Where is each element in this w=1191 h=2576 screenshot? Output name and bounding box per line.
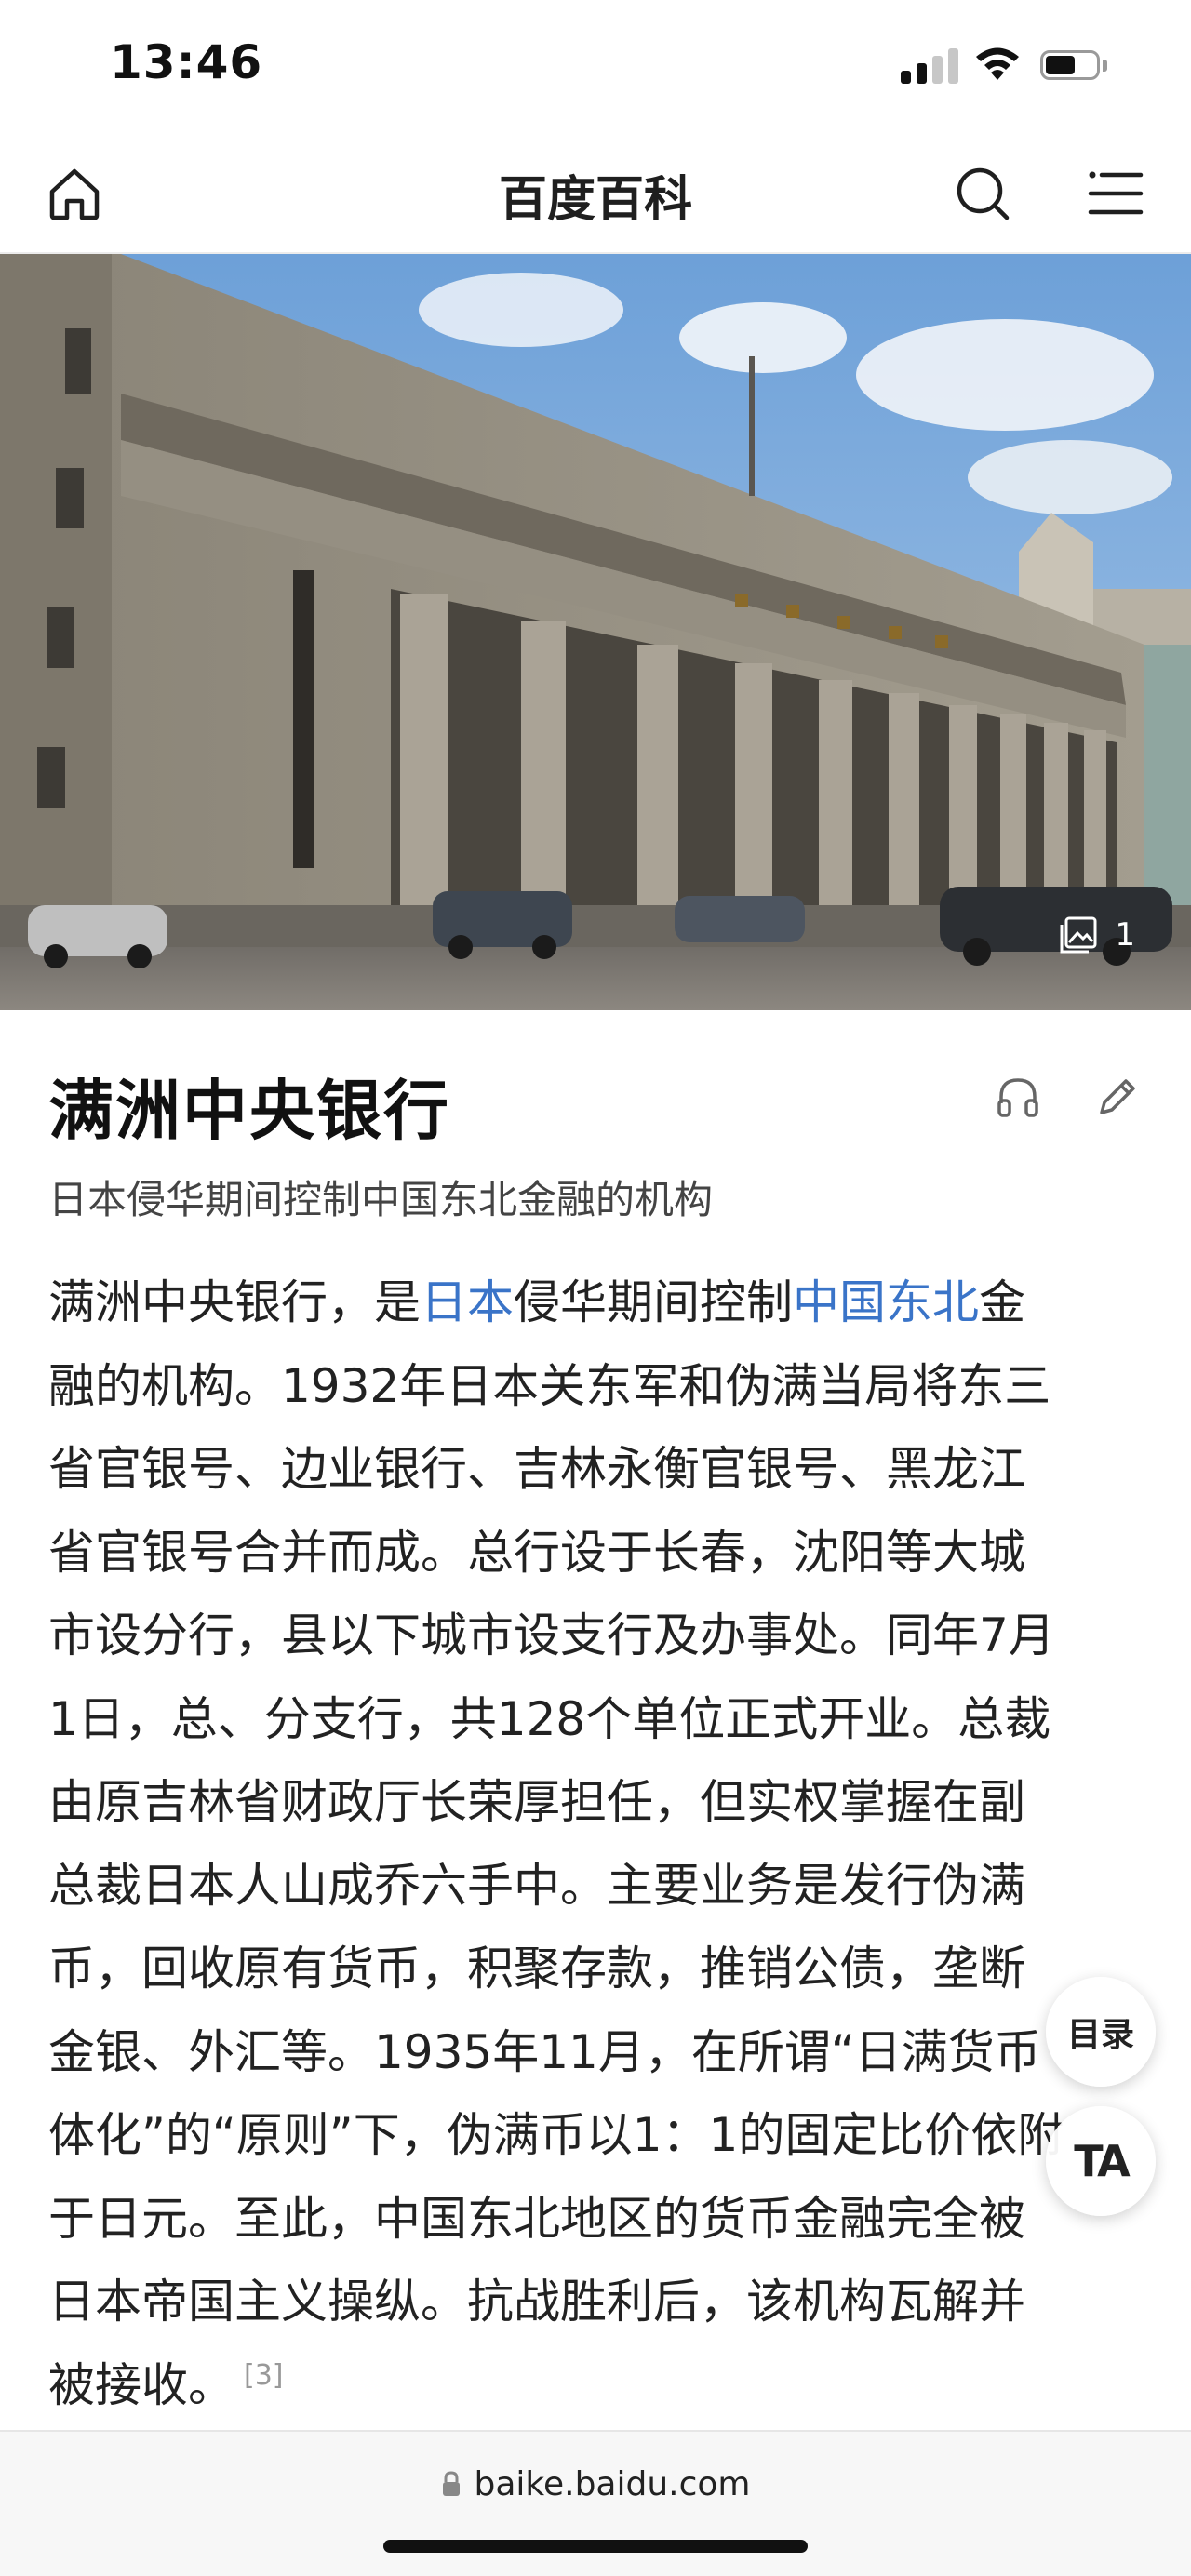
lock-icon bbox=[442, 2471, 460, 2496]
body-line: 市设分行，县以下城市设支行及办事处。同年7月 bbox=[48, 1608, 1055, 1662]
body-line: 省官银号合并而成。总行设于长春，沈阳等大城 bbox=[48, 1525, 1025, 1580]
status-time: 13:46 bbox=[110, 35, 263, 89]
link-japan[interactable]: 日本 bbox=[421, 1275, 514, 1329]
page-subtitle: 日本侵华期间控制中国东北金融的机构 bbox=[48, 1177, 714, 1222]
browser-url-bar[interactable]: baike.baidu.com bbox=[0, 2430, 1191, 2576]
article-body: 满洲中央银行，是日本侵华期间控制中国东北金 融的机构。1932年日本关东军和伪满… bbox=[48, 1261, 1143, 2427]
wifi-icon bbox=[976, 47, 1019, 80]
body-line: 体化”的“原则”下，伪满币以1：1的固定比价依附 bbox=[48, 2108, 1064, 2162]
body-text-segment: 侵华期间控制 bbox=[514, 1275, 793, 1329]
status-bar: 13:46 bbox=[0, 0, 1191, 130]
body-line: 省官银号、边业银行、吉林永衡官银号、黑龙江 bbox=[48, 1442, 1025, 1496]
pencil-edit-icon[interactable] bbox=[1092, 1072, 1143, 1122]
gallery-badge[interactable]: 1 bbox=[1059, 915, 1135, 954]
page-title: 满洲中央银行 bbox=[48, 1073, 450, 1149]
body-line: 融的机构。1932年日本关东军和伪满当局将东三 bbox=[48, 1358, 1051, 1413]
search-icon[interactable] bbox=[953, 164, 1012, 223]
body-line: 1日，总、分支行，共128个单位正式开业。总裁 bbox=[48, 1691, 1051, 1746]
link-northeast-china[interactable]: 中国东北 bbox=[793, 1275, 979, 1329]
body-line: 由原吉林省财政厅长荣厚担任，但实权掌握在副 bbox=[48, 1775, 1025, 1829]
battery-icon bbox=[1040, 50, 1109, 84]
building-photo bbox=[0, 254, 1191, 1010]
top-nav-bar: 百度百科 bbox=[0, 130, 1191, 254]
image-gallery-icon bbox=[1060, 916, 1097, 954]
home-indicator[interactable] bbox=[383, 2540, 808, 2553]
table-of-contents-button[interactable]: 目录 bbox=[1046, 1977, 1156, 2087]
body-line: 日本帝国主义操纵。抗战胜利后，该机构瓦解并 bbox=[48, 2275, 1025, 2329]
headphones-icon[interactable] bbox=[993, 1072, 1043, 1122]
title-row: 满洲中央银行 bbox=[48, 1059, 1143, 1149]
hero-image[interactable]: 1 bbox=[0, 254, 1191, 1010]
body-line: 总裁日本人山成乔六手中。主要业务是发行伪满 bbox=[48, 1858, 1025, 1913]
gallery-count: 1 bbox=[1115, 916, 1135, 954]
cellular-signal-icon bbox=[901, 47, 958, 84]
body-line: 金银、外汇等。1935年11月，在所谓“日满货币 bbox=[48, 2024, 1041, 2079]
menu-list-icon[interactable] bbox=[1087, 164, 1146, 223]
body-line: 被接收。 [3] bbox=[48, 2344, 1143, 2428]
url-content: baike.baidu.com bbox=[0, 2465, 1191, 2503]
site-title: 百度百科 bbox=[498, 172, 692, 228]
body-line: 于日元。至此，中国东北地区的货币金融完全被 bbox=[48, 2191, 1025, 2246]
body-text-segment: 满洲中央银行，是 bbox=[48, 1275, 421, 1329]
body-line: 币，回收原有货币，积聚存款，推销公债，垄断 bbox=[48, 1942, 1025, 1995]
reference-link[interactable]: [3] bbox=[244, 2359, 284, 2392]
body-text-segment: 被接收。 bbox=[48, 2357, 234, 2412]
body-text-segment: 金 bbox=[979, 1275, 1025, 1329]
body-line: 满洲中央银行，是日本侵华期间控制中国东北金 bbox=[48, 1261, 1143, 1345]
text-size-button[interactable]: TA bbox=[1046, 2106, 1156, 2216]
url-text: baike.baidu.com bbox=[474, 2465, 751, 2503]
